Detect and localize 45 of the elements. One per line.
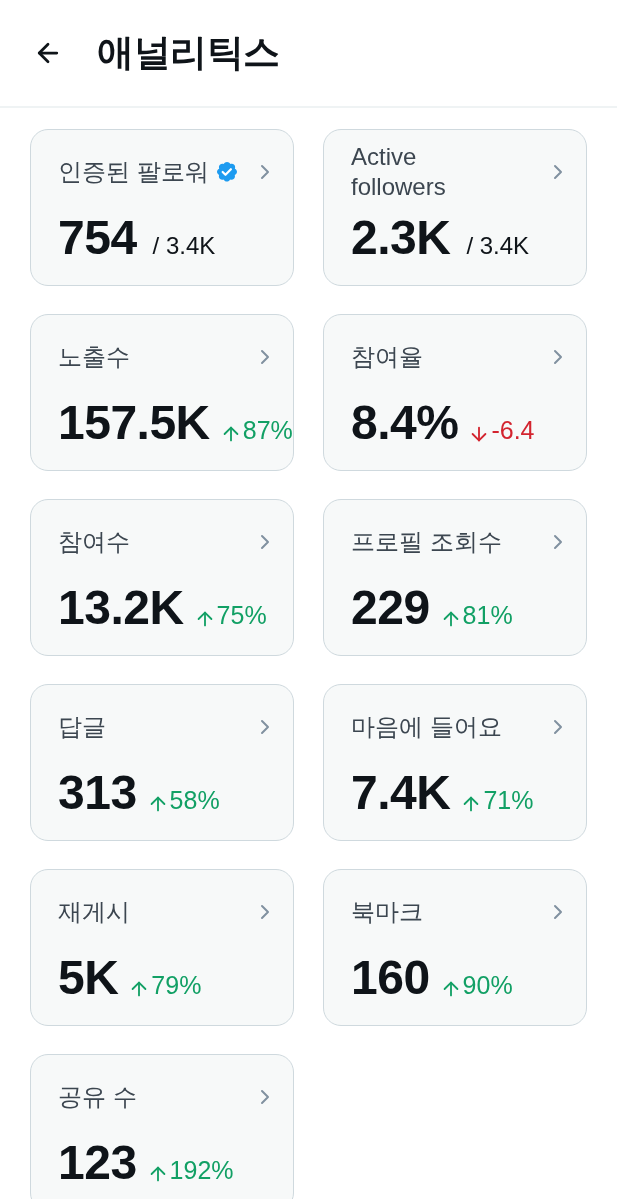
change-percent: 87%: [219, 416, 293, 445]
metric-value: 313: [58, 765, 137, 821]
metric-card[interactable]: 프로필 조회수 229 81%: [323, 499, 587, 656]
metric-label: 참여율: [351, 342, 423, 372]
metric-card[interactable]: 참여수 13.2K 75%: [30, 499, 294, 656]
metric-total: / 3.4K: [466, 232, 530, 260]
metric-card[interactable]: 마음에 들어요 7.4K 71%: [323, 684, 587, 841]
metric-total: / 3.4K: [152, 232, 216, 260]
metric-label: 노출수: [58, 342, 130, 372]
change-percent: 192%: [146, 1156, 234, 1185]
change-percent: -6.4: [468, 416, 535, 445]
change-percent: 75%: [193, 601, 267, 630]
metric-card[interactable]: 답글 313 58%: [30, 684, 294, 841]
metric-card[interactable]: 노출수 157.5K 87%: [30, 314, 294, 471]
metric-value: 5K: [58, 950, 119, 1006]
metric-value: 123: [58, 1135, 137, 1191]
metric-value: 2.3K: [351, 210, 451, 266]
change-percent: 58%: [146, 786, 220, 815]
metric-value: 8.4%: [351, 395, 459, 451]
change-percent: 81%: [439, 601, 513, 630]
change-percent: 79%: [128, 971, 202, 1000]
metric-label: 인증된 팔로워: [58, 157, 209, 187]
metric-card[interactable]: 인증된 팔로워 754 / 3.4K: [30, 129, 294, 286]
metric-label: 답글: [58, 712, 106, 742]
metric-value: 7.4K: [351, 765, 451, 821]
metric-value: 160: [351, 950, 430, 1006]
change-percent: 71%: [460, 786, 534, 815]
metric-label: 참여수: [58, 527, 130, 557]
change-percent: 90%: [439, 971, 513, 1000]
metric-card[interactable]: 공유 수 123 192%: [30, 1054, 294, 1199]
page-title: 애널리틱스: [97, 31, 280, 75]
metric-card[interactable]: 참여율 8.4% -6.4: [323, 314, 587, 471]
metric-card[interactable]: 재게시 5K 79%: [30, 869, 294, 1026]
metric-label: 재게시: [58, 897, 130, 927]
metric-value: 754: [58, 210, 137, 266]
metric-label: 마음에 들어요: [351, 712, 502, 742]
metric-card[interactable]: 북마크 160 90%: [323, 869, 587, 1026]
metric-label: Active followers: [351, 142, 447, 202]
metric-value: 157.5K: [58, 395, 210, 451]
metric-label: 프로필 조회수: [351, 527, 502, 557]
metric-value: 13.2K: [58, 580, 184, 636]
metric-label: 북마크: [351, 897, 423, 927]
metric-label: 공유 수: [58, 1082, 137, 1112]
metric-value: 229: [351, 580, 430, 636]
metric-card[interactable]: Active followers 2.3K / 3.4K: [323, 129, 587, 286]
